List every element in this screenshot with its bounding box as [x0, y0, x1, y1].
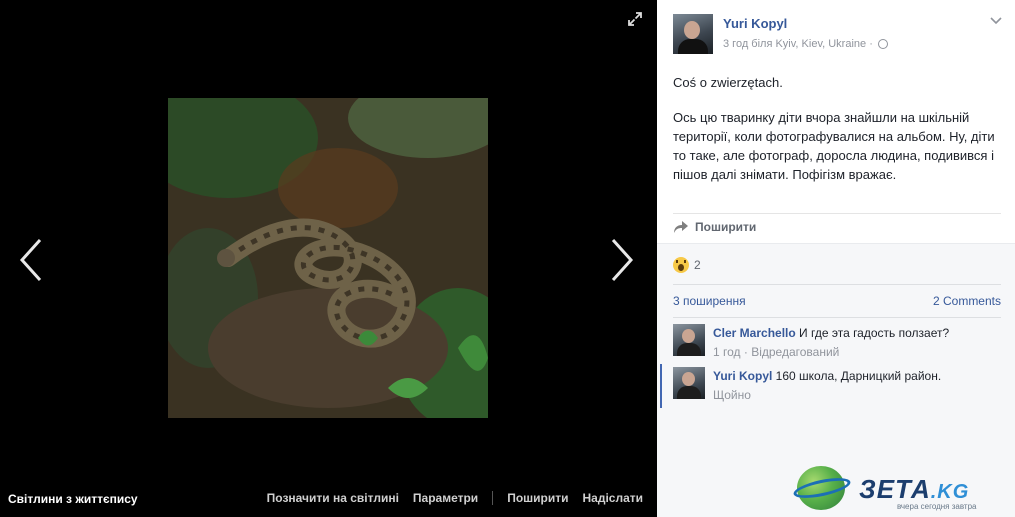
divider	[673, 284, 1001, 285]
comment-body: Yuri Kopyl 160 школа, Дарницкий район.	[713, 369, 941, 383]
comment-author[interactable]: Yuri Kopyl	[713, 369, 772, 383]
comment-timestamp[interactable]: Щойно	[713, 388, 751, 402]
post-body: Coś o zwierzętach. Ось цю тваринку діти …	[673, 73, 1003, 200]
comment-text: 160 школа, Дарницкий район.	[772, 369, 942, 383]
reactions-summary[interactable]: 2	[673, 257, 701, 273]
commenter-avatar[interactable]	[673, 324, 705, 356]
comment-text: И где эта гадость ползает?	[795, 326, 950, 340]
author-avatar[interactable]	[673, 14, 713, 54]
shares-count-link[interactable]: 3 поширення	[673, 294, 746, 308]
snake-photo[interactable]	[168, 98, 488, 418]
fullscreen-icon[interactable]	[627, 11, 643, 27]
photo-actions: Позначити на світлині Параметри Поширити…	[253, 491, 643, 505]
reaction-count: 2	[694, 258, 701, 272]
options-button[interactable]: Параметри	[413, 491, 478, 505]
new-comment-highlight	[660, 364, 662, 408]
photo-theater: Світлини з життєпису Позначити на світли…	[0, 0, 657, 517]
tag-photo-button[interactable]: Позначити на світлині	[267, 491, 399, 505]
post-paragraph: Ось цю тваринку діти вчора знайшли на шк…	[673, 110, 995, 182]
comment-meta: Щойно	[713, 388, 751, 402]
chevron-down-icon[interactable]	[989, 16, 1003, 26]
footer-divider	[492, 491, 494, 505]
post-timestamp-location[interactable]: 3 год біля Kyiv, Kiev, Ukraine ·	[723, 38, 873, 50]
share-photo-button[interactable]: Поширити	[507, 491, 568, 505]
author-name[interactable]: Yuri Kopyl	[723, 16, 787, 31]
share-button[interactable]: Поширити	[673, 220, 756, 234]
divider	[673, 213, 1001, 214]
next-photo-arrow-icon[interactable]	[607, 236, 637, 284]
public-globe-icon[interactable]	[877, 39, 888, 49]
commenter-avatar[interactable]	[673, 367, 705, 399]
previous-photo-arrow-icon[interactable]	[16, 236, 46, 284]
comment-author[interactable]: Cler Marchello	[713, 326, 796, 340]
share-label: Поширити	[695, 220, 757, 234]
divider	[673, 317, 1001, 318]
comment-timestamp[interactable]: 1 год	[713, 345, 741, 359]
comment-item: Cler Marchello И где эта гадость ползает…	[673, 324, 1003, 360]
comment-meta: 1 год · Відредагований	[713, 345, 839, 359]
share-arrow-icon	[674, 221, 688, 233]
post-panel: Yuri Kopyl 3 год біля Kyiv, Kiev, Ukrain…	[657, 0, 1015, 517]
comment-body: Cler Marchello И где эта гадость ползает…	[713, 326, 949, 340]
comment-item: Yuri Kopyl 160 школа, Дарницкий район. Щ…	[673, 367, 1003, 403]
comments-count-link[interactable]: 2 Comments	[933, 294, 1001, 308]
post-header: Yuri Kopyl 3 год біля Kyiv, Kiev, Ukrain…	[673, 14, 1003, 56]
theater-footer: Світлини з життєпису Позначити на світли…	[0, 482, 657, 517]
comment-edited-label: · Відредагований	[740, 345, 840, 359]
send-button[interactable]: Надіслати	[582, 491, 643, 505]
wow-reaction-icon	[673, 257, 689, 273]
post-paragraph: Coś o zwierzętach.	[673, 75, 783, 90]
post-meta: 3 год біля Kyiv, Kiev, Ukraine ·	[723, 38, 888, 50]
album-title[interactable]: Світлини з життєпису	[8, 492, 138, 506]
